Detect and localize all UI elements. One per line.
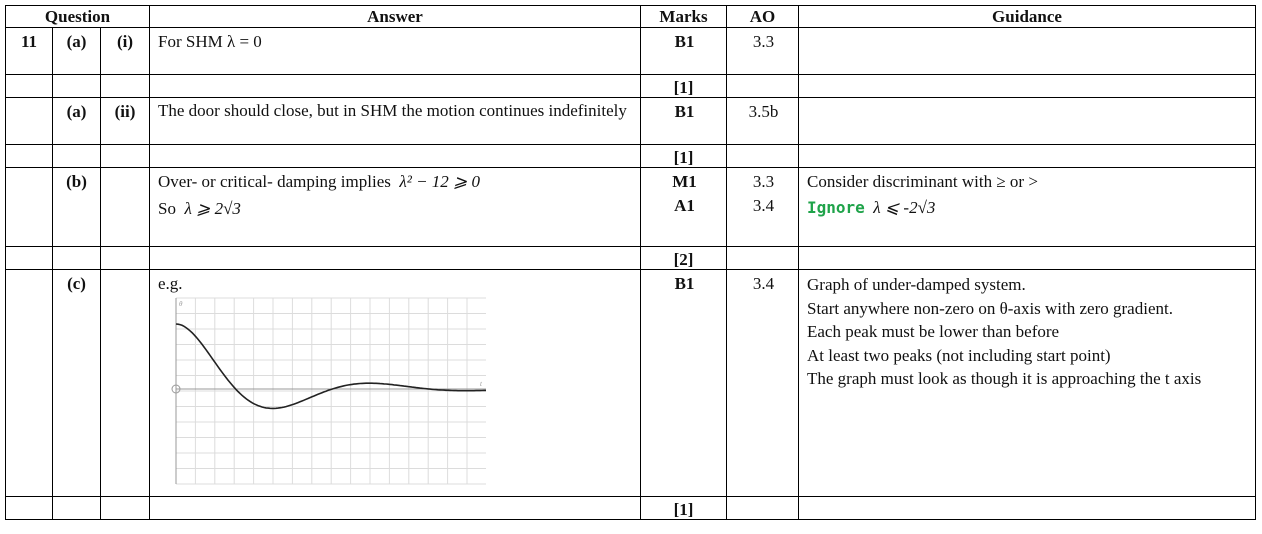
ao-b: 3.3 3.4 (726, 167, 799, 247)
ignore-label: Ignore (807, 198, 865, 217)
mark-total: [1] (640, 496, 727, 520)
part-label: (b) (52, 167, 101, 247)
question-number: 11 (5, 27, 53, 75)
guidance-b-line1: Consider discriminant with ≥ or > (807, 172, 1038, 191)
row-b: (b) Over- or critical- damping implies λ… (5, 167, 1256, 247)
mark-scheme-table: Question Answer Marks AO Guidance 11 (a)… (5, 5, 1256, 520)
row-a-i: 11 (a) (i) For SHM λ = 0 B1 3.3 (5, 27, 1256, 75)
guidance-c-line: Each peak must be lower than before (807, 322, 1060, 341)
part-label: (a) (52, 27, 101, 75)
header-guidance: Guidance (798, 5, 1256, 28)
answer-c: e.g. θ t (149, 269, 641, 497)
answer-b-line1: Over- or critical- damping implies (158, 172, 391, 191)
part-label: (c) (52, 269, 101, 497)
guidance-c-line: Graph of under-damped system. (807, 275, 1026, 294)
total-row-c: [1] (5, 496, 1256, 520)
answer-c-eg: e.g. (158, 274, 183, 293)
mark-code: A1 (674, 196, 695, 215)
answer-b-expr1: λ² − 12 ⩾ 0 (399, 172, 481, 191)
total-row-a-i: [1] (5, 74, 1256, 98)
row-a-ii: (a) (ii) The door should close, but in S… (5, 97, 1256, 145)
marks-b: M1 A1 (640, 167, 727, 247)
answer-text: For SHM λ = 0 (149, 27, 641, 75)
guidance-b-expr: λ ⩽ -2√3 (873, 198, 936, 217)
mark-total: [1] (640, 74, 727, 98)
ao-code: 3.5b (726, 97, 799, 145)
mark-total: [1] (640, 144, 727, 168)
guidance-empty (798, 27, 1256, 75)
damped-graph: θ t (158, 296, 634, 491)
header-answer: Answer (149, 5, 641, 28)
part-label: (a) (52, 97, 101, 145)
theta-axis-label: θ (179, 300, 183, 308)
subpart-label: (i) (100, 27, 150, 75)
damped-oscillation-graph: θ t (158, 296, 488, 486)
total-row-b: [2] (5, 246, 1256, 270)
ao-code: 3.4 (752, 196, 775, 215)
subpart-label: (ii) (100, 97, 150, 145)
mark-code: B1 (640, 97, 727, 145)
ao-code: 3.3 (752, 172, 775, 191)
ao-code: 3.3 (726, 27, 799, 75)
mark-total: [2] (640, 246, 727, 270)
total-row-a-ii: [1] (5, 144, 1256, 168)
answer-b: Over- or critical- damping implies λ² − … (149, 167, 641, 247)
guidance-c-line: At least two peaks (not including start … (807, 345, 1111, 365)
header-marks: Marks (640, 5, 727, 28)
guidance-c-line: The graph must look as though it is appr… (807, 369, 1202, 388)
answer-a-i: For SHM λ = 0 (158, 32, 262, 51)
answer-a-ii: The door should close, but in SHM the mo… (149, 97, 641, 145)
ao-code: 3.4 (726, 269, 799, 497)
header-question: Question (5, 5, 150, 28)
guidance-c-line: Start anywhere non-zero on θ-axis with z… (807, 298, 1173, 318)
answer-b-expr2: λ ⩾ 2√3 (184, 199, 241, 218)
header-row: Question Answer Marks AO Guidance (5, 5, 1256, 28)
mark-code: M1 (672, 172, 697, 191)
header-ao: AO (726, 5, 799, 28)
guidance-c: Graph of under-damped system. Start anyw… (798, 269, 1256, 497)
row-c: (c) e.g. θ t B1 3.4 Graph of under-dampe… (5, 269, 1256, 497)
guidance-b: Consider discriminant with ≥ or > Ignore… (798, 167, 1256, 247)
mark-code: B1 (640, 27, 727, 75)
mark-code: B1 (640, 269, 727, 497)
answer-b-line2: So (158, 199, 176, 218)
